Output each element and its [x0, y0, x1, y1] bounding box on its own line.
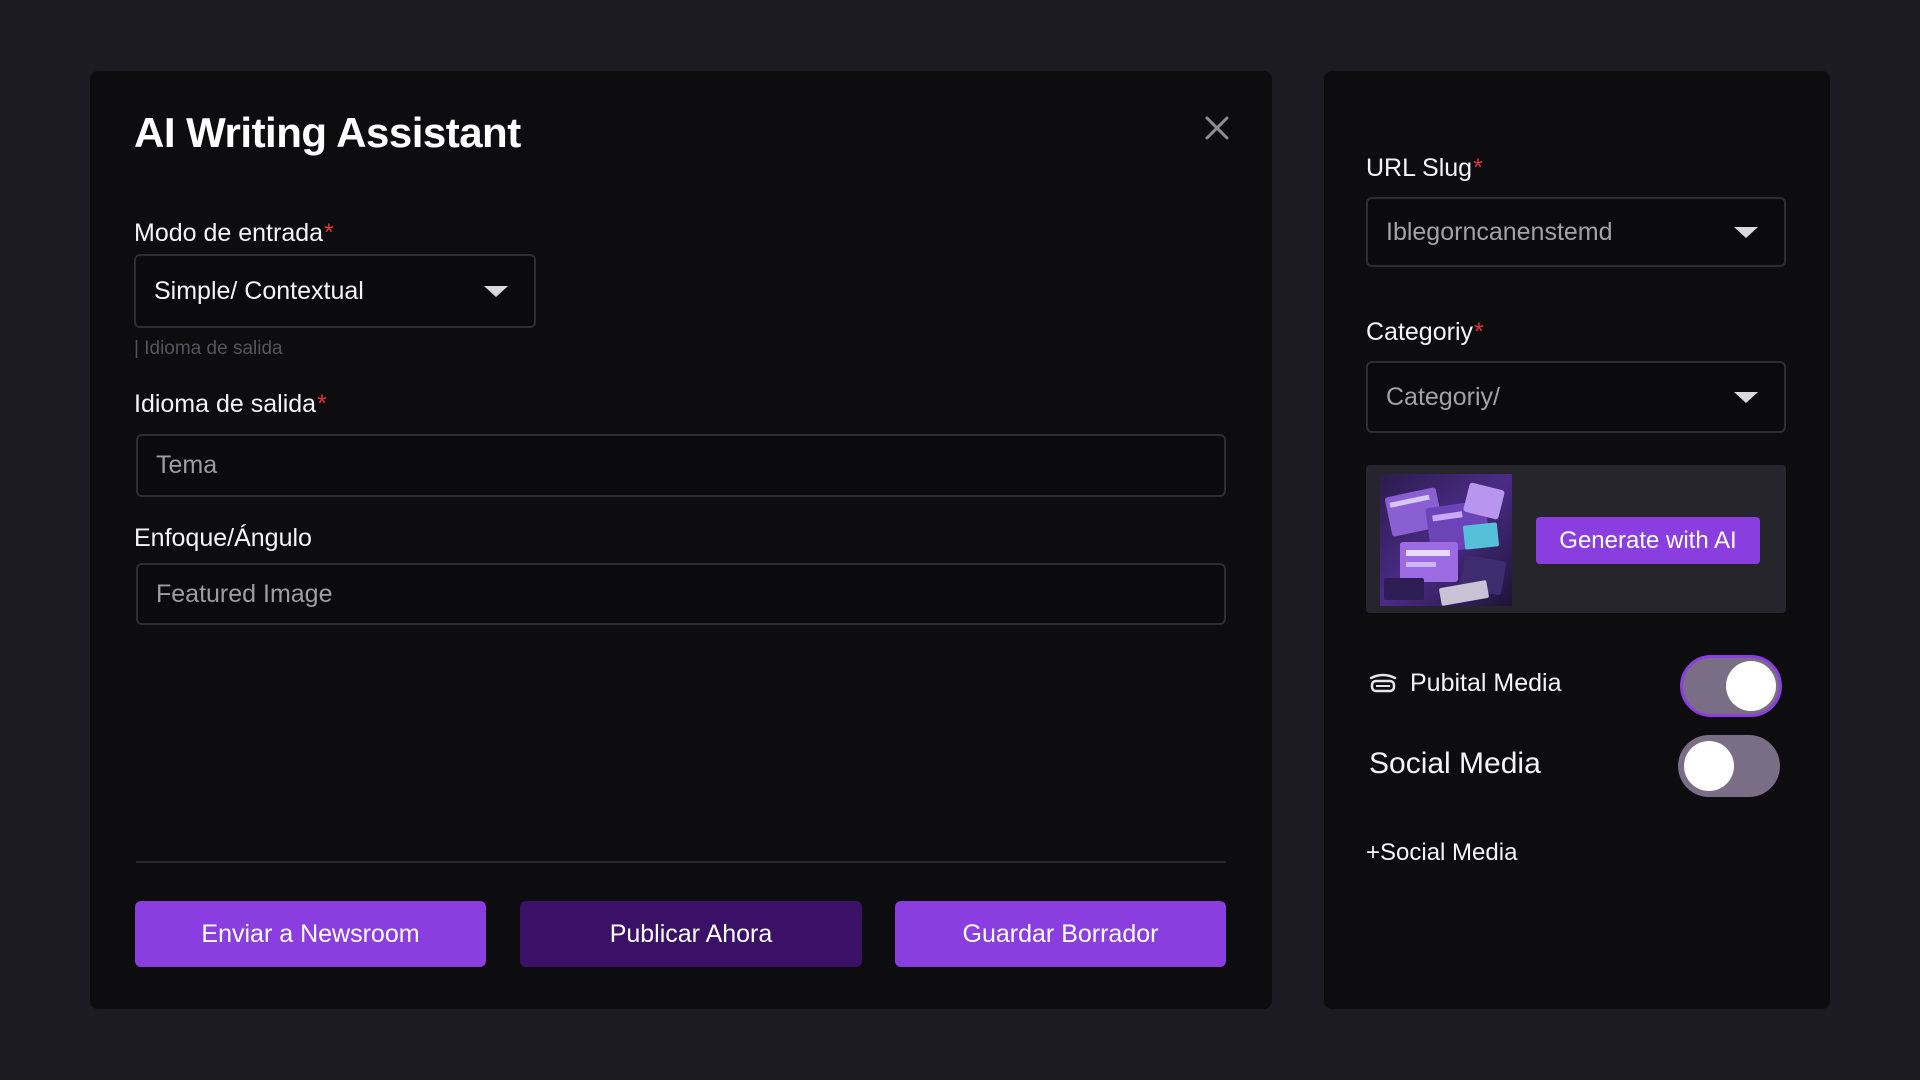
- slug-label: URL Slug*: [1366, 154, 1483, 182]
- close-icon: [1205, 116, 1229, 140]
- category-value: Categoriy/: [1386, 382, 1500, 411]
- thumbnail-image: [1384, 482, 1507, 606]
- toggle-pubital-media[interactable]: [1680, 655, 1782, 717]
- slug-value: Iblegorncanenstemd: [1386, 217, 1613, 246]
- broadcast-icon: [1369, 673, 1397, 693]
- chevron-down-icon: [1734, 226, 1758, 238]
- dialog-title: AI Writing Assistant: [134, 109, 521, 156]
- featured-image-thumbnail[interactable]: [1380, 474, 1512, 606]
- required-mark: *: [1473, 154, 1483, 182]
- modo-label: Modo de entrada*: [134, 219, 334, 247]
- modo-select-value: Simple/ Contextual: [154, 276, 364, 305]
- required-mark: *: [317, 390, 327, 418]
- enfoque-placeholder: Featured Image: [156, 579, 333, 608]
- divider: [136, 861, 1226, 863]
- publish-now-button[interactable]: Publicar Ahora: [520, 901, 862, 967]
- chevron-down-icon: [484, 285, 508, 297]
- enfoque-input[interactable]: Featured Image: [136, 563, 1226, 625]
- idioma-input[interactable]: Tema: [136, 434, 1226, 497]
- settings-sidebar: URL Slug* Iblegorncanenstemd Categoriy* …: [1324, 71, 1830, 1009]
- generate-with-ai-button[interactable]: Generate with AI: [1536, 517, 1760, 564]
- toggle-pubital-media-label: Pubital Media: [1410, 669, 1562, 697]
- plus-icon: +: [1366, 839, 1381, 866]
- helper-text: | Idioma de salida: [134, 338, 283, 359]
- slug-select[interactable]: Iblegorncanenstemd: [1366, 197, 1786, 267]
- category-label: Categoriy*: [1366, 318, 1484, 346]
- add-social-media-link[interactable]: +Social Media: [1366, 839, 1517, 867]
- save-draft-button[interactable]: Guardar Borrador: [895, 901, 1226, 967]
- required-mark: *: [1474, 318, 1484, 346]
- featured-image-card: Generate with AI: [1366, 465, 1786, 613]
- idioma-label: Idioma de salida*: [134, 390, 327, 418]
- toggle-knob: [1684, 741, 1734, 791]
- idioma-placeholder: Tema: [156, 451, 218, 479]
- writing-assistant-dialog: AI Writing Assistant Modo de entrada* Si…: [90, 71, 1272, 1009]
- modo-select[interactable]: Simple/ Contextual: [134, 254, 536, 328]
- send-to-newsroom-button[interactable]: Enviar a Newsroom: [135, 901, 486, 967]
- toggle-social-media-label: Social Media: [1369, 747, 1541, 780]
- close-button[interactable]: [1200, 111, 1234, 145]
- chevron-down-icon: [1734, 391, 1758, 403]
- required-mark: *: [324, 219, 334, 247]
- toggle-knob: [1726, 661, 1776, 711]
- enfoque-label: Enfoque/Ángulo: [134, 524, 312, 552]
- category-select[interactable]: Categoriy/: [1366, 361, 1786, 433]
- toggle-social-media[interactable]: [1678, 735, 1780, 797]
